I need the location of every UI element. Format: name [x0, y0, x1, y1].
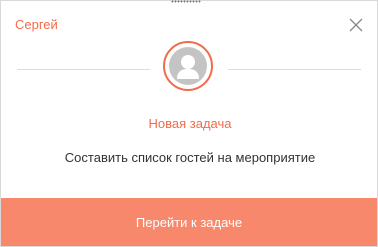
avatar	[163, 41, 213, 91]
go-to-task-button[interactable]: Перейти к задаче	[1, 198, 377, 246]
divider-left	[17, 69, 150, 70]
divider-right	[228, 69, 361, 70]
drag-handle[interactable]	[171, 0, 201, 3]
sender-name: Сергей	[15, 17, 58, 32]
task-type-label: Новая задача	[148, 116, 232, 131]
notification-card: Сергей Новая задача Составить список гос…	[0, 0, 378, 247]
task-description: Составить список гостей на мероприятие	[64, 150, 316, 165]
close-icon[interactable]	[348, 17, 364, 33]
user-icon	[169, 47, 207, 85]
